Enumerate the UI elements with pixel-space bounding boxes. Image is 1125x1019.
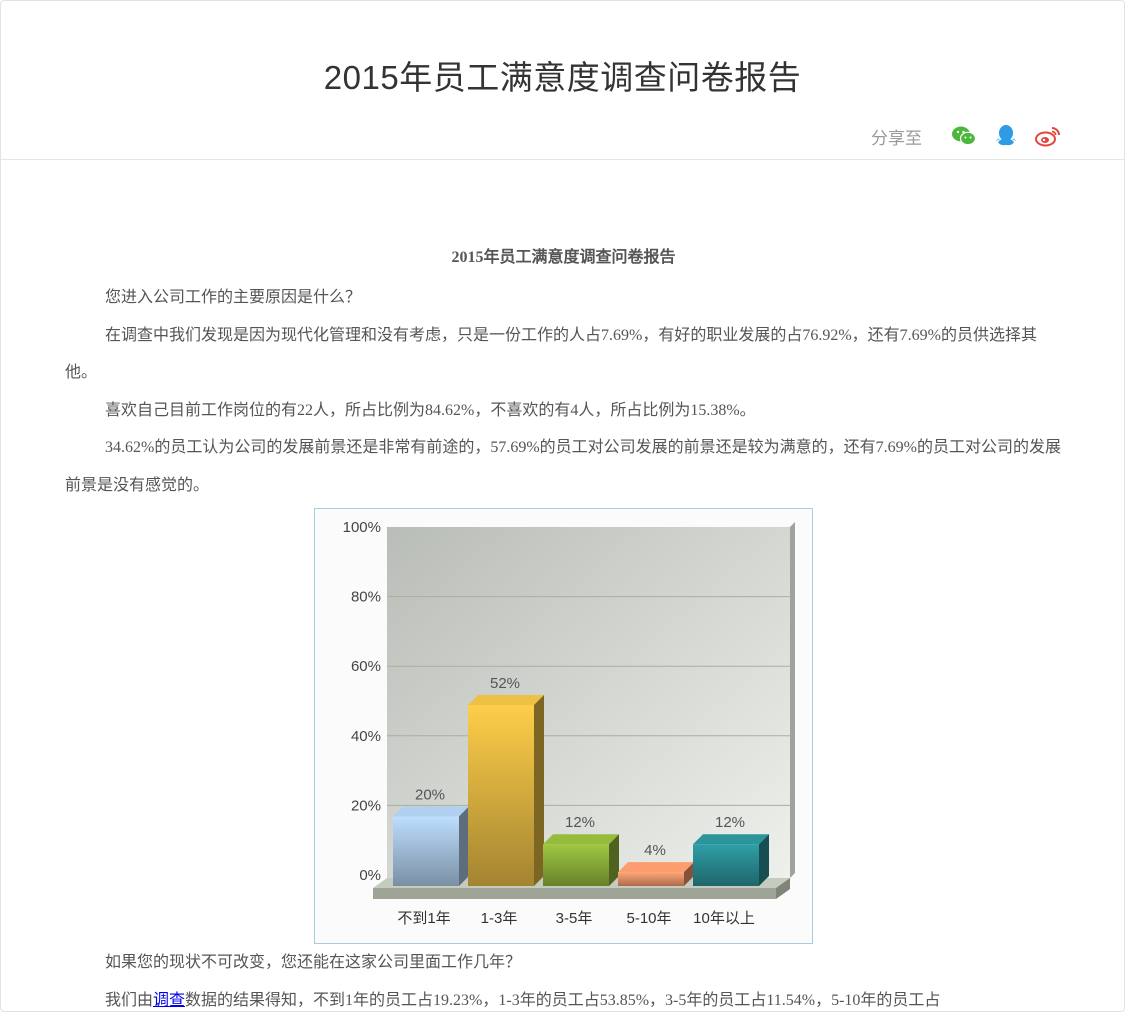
x-tick-label: 1-3年 xyxy=(481,910,518,927)
y-tick-label: 60% xyxy=(351,658,381,675)
paragraph-3: 34.62%的员工认为公司的发展前景还是非常有前途的，57.69%的员工对公司发… xyxy=(65,429,1062,504)
plot-side-wall xyxy=(790,522,795,878)
article-content: 2015年员工满意度调查问卷报告 您进入公司工作的主要原因是什么？ 在调查中我们… xyxy=(65,233,1062,1019)
qq-icon[interactable] xyxy=(992,122,1020,150)
article-title: 2015年员工满意度调查问卷报告 xyxy=(65,245,1062,271)
bar-front xyxy=(393,816,459,886)
bar-top xyxy=(468,695,544,705)
bar-front xyxy=(618,872,684,886)
bar xyxy=(543,834,619,886)
share-bar: 分享至 xyxy=(871,121,1062,151)
y-tick-label: 40% xyxy=(351,728,381,745)
page-title: 2015年员工满意度调查问卷报告 xyxy=(1,51,1124,99)
bar-value-label: 12% xyxy=(715,814,745,831)
paragraph-4: 我们由调查数据的结果得知，不到1年的员工占19.23%，1-3年的员工占53.8… xyxy=(65,982,1062,1019)
report-card: 2015年员工满意度调查问卷报告 分享至 xyxy=(0,0,1125,1012)
x-tick-label: 3-5年 xyxy=(556,910,593,927)
bar-value-label: 20% xyxy=(415,786,445,803)
bar-top xyxy=(618,862,694,872)
bar-top xyxy=(543,834,619,844)
bar xyxy=(468,695,544,886)
bar-value-label: 52% xyxy=(490,675,520,692)
y-tick-label: 0% xyxy=(359,867,381,884)
y-tick-label: 80% xyxy=(351,589,381,606)
y-tick-label: 100% xyxy=(343,519,381,536)
paragraph-2: 喜欢自己目前工作岗位的有22人，所占比例为84.62%，不喜欢的有4人，所占比例… xyxy=(65,392,1062,430)
bar xyxy=(393,806,469,886)
paragraph-4-rest: 数据的结果得知，不到1年的员工占19.23%，1-3年的员工占53.85%，3-… xyxy=(185,992,940,1009)
wechat-icon[interactable] xyxy=(950,122,978,150)
bar-chart: 0% 20% 40% 60% 80% 100% 20% 不到1年 52% 1-3年 12% 3-5年 4… xyxy=(314,508,813,944)
bar-value-label: 4% xyxy=(644,842,666,859)
bar-value-label: 12% xyxy=(565,814,595,831)
x-tick-label: 10年以上 xyxy=(693,910,755,927)
floor-front xyxy=(373,888,776,899)
bar-front xyxy=(543,844,609,886)
bar-front xyxy=(693,844,759,886)
bar xyxy=(618,862,694,886)
bar-top xyxy=(393,806,469,816)
bar-front xyxy=(468,705,534,886)
question-2: 如果您的现状不可改变，您还能在这家公司里面工作几年？ xyxy=(65,944,1062,982)
x-tick-label: 不到1年 xyxy=(397,910,450,927)
bar xyxy=(693,834,769,886)
bar-chart-svg: 0% 20% 40% 60% 80% 100% 20% 不到1年 52% 1-3年 12% 3-5年 4… xyxy=(315,509,812,943)
page-header: 2015年员工满意度调查问卷报告 分享至 xyxy=(1,1,1124,160)
bar-side xyxy=(459,806,469,886)
paragraph-4-prefix: 我们由 xyxy=(105,992,153,1009)
paragraph-1: 在调查中我们发现是因为现代化管理和没有考虑，只是一份工作的人占7.69%，有好的… xyxy=(65,317,1062,392)
x-tick-label: 5-10年 xyxy=(626,910,671,927)
y-tick-label: 20% xyxy=(351,797,381,814)
bar-top xyxy=(693,834,769,844)
weibo-icon[interactable] xyxy=(1034,122,1062,150)
survey-link[interactable]: 调查 xyxy=(153,992,185,1009)
share-label: 分享至 xyxy=(871,124,922,149)
bar-side xyxy=(534,695,544,886)
question-1: 您进入公司工作的主要原因是什么？ xyxy=(65,279,1062,317)
